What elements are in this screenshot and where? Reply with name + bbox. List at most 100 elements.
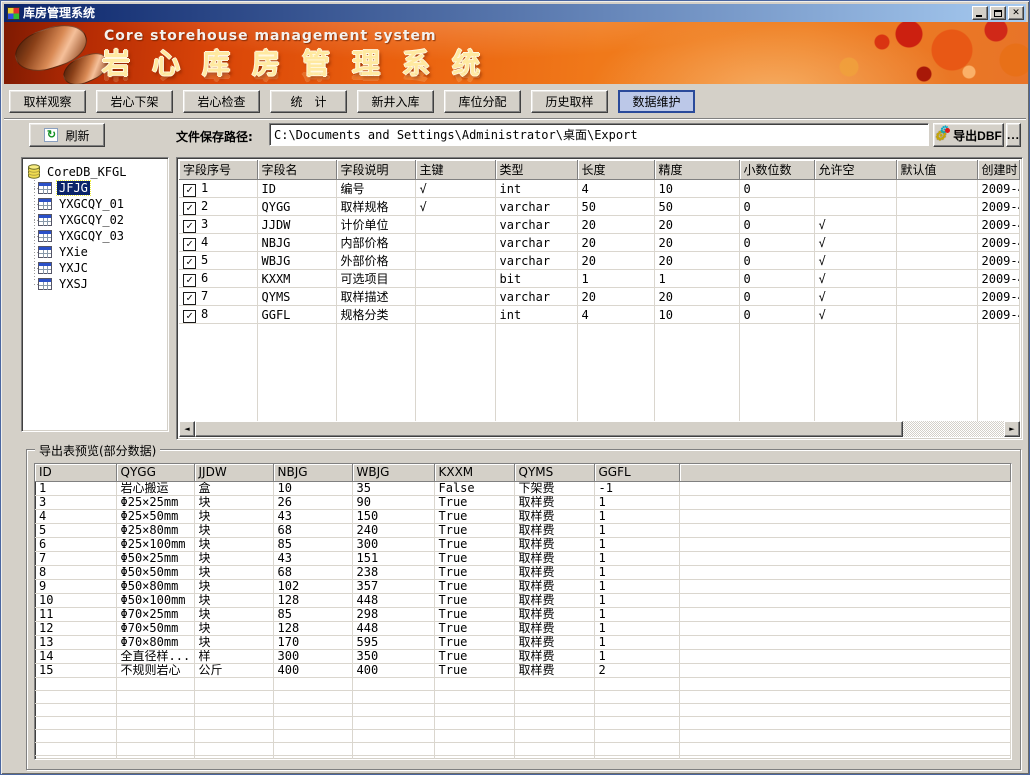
- column-header[interactable]: QYMS: [514, 464, 594, 481]
- table-row[interactable]: 1岩心搬运盒1035False下架费-1: [35, 481, 1011, 495]
- column-header[interactable]: QYGG: [116, 464, 194, 481]
- preview-groupbox-label: 导出表预览(部分数据): [35, 442, 160, 459]
- table-cell: [194, 742, 273, 755]
- tree-item-jfjg[interactable]: JFJG: [38, 180, 166, 196]
- table-row[interactable]: 6KXXM可选项目bit110√2009-4-: [179, 270, 1020, 288]
- column-header[interactable]: 字段序号: [179, 160, 257, 180]
- toolbar-button-sampling-observation[interactable]: 取样观察: [9, 90, 86, 113]
- table-row[interactable]: [35, 729, 1011, 742]
- export-dbf-button[interactable]: ⚙ ⚙ 导出DBF: [933, 123, 1004, 147]
- column-header[interactable]: 字段名: [257, 160, 336, 180]
- column-header[interactable]: GGFL: [594, 464, 679, 481]
- column-header[interactable]: 小数位数: [739, 160, 814, 180]
- maximize-icon: [994, 10, 1002, 17]
- column-header[interactable]: NBJG: [273, 464, 352, 481]
- table-cell: Φ70×25mm: [116, 607, 194, 621]
- table-cell: √: [814, 306, 896, 324]
- table-cell: varchar: [495, 198, 577, 216]
- table-cell: True: [434, 579, 514, 593]
- column-header[interactable]: 长度: [577, 160, 654, 180]
- table-row[interactable]: 1ID编号√int41002009-4-: [179, 180, 1020, 198]
- table-row[interactable]: 5Φ25×80mm块68240True取样费1: [35, 523, 1011, 537]
- maximize-button[interactable]: [990, 6, 1006, 20]
- toolbar-button-statistics[interactable]: 统 计: [270, 90, 347, 113]
- column-header[interactable]: 类型: [495, 160, 577, 180]
- table-row[interactable]: [35, 677, 1011, 690]
- browse-path-button[interactable]: ...: [1006, 123, 1021, 147]
- column-header[interactable]: 主键: [415, 160, 495, 180]
- table-row[interactable]: [35, 703, 1011, 716]
- table-cell: 0: [739, 252, 814, 270]
- table-row[interactable]: 9Φ50×80mm块102357True取样费1: [35, 579, 1011, 593]
- toolbar-button-core-unshelve[interactable]: 岩心下架: [96, 90, 173, 113]
- column-header[interactable]: 创建时: [977, 160, 1020, 180]
- toolbar-button-storage-allocation[interactable]: 库位分配: [444, 90, 521, 113]
- table-row[interactable]: 3Φ25×25mm块2690True取样费1: [35, 495, 1011, 509]
- column-header[interactable]: 允许空: [814, 160, 896, 180]
- table-row[interactable]: 15不规则岩心公斤400400True取样费2: [35, 663, 1011, 677]
- table-row[interactable]: 14全直径样...样300350True取样费1: [35, 649, 1011, 663]
- table-row[interactable]: 10Φ50×100mm块128448True取样费1: [35, 593, 1011, 607]
- table-row[interactable]: 3JJDW计价单位varchar20200√2009-4-: [179, 216, 1020, 234]
- table-row[interactable]: [35, 742, 1011, 755]
- table-icon: [38, 230, 52, 242]
- table-row[interactable]: [35, 755, 1011, 760]
- table-cell: True: [434, 565, 514, 579]
- table-row[interactable]: 8Φ50×50mm块68238True取样费1: [35, 565, 1011, 579]
- table-row[interactable]: 8GGFL规格分类int4100√2009-4-: [179, 306, 1020, 324]
- table-cell: 取样费: [514, 663, 594, 677]
- scrollbar-track[interactable]: [903, 421, 1004, 437]
- table-row[interactable]: 6Φ25×100mm块85300True取样费1: [35, 537, 1011, 551]
- tree-item-yxgcqy-03[interactable]: YXGCQY_03: [38, 228, 166, 244]
- column-header[interactable]: 精度: [654, 160, 739, 180]
- table-row[interactable]: [35, 716, 1011, 729]
- tree-item-yxgcqy-02[interactable]: YXGCQY_02: [38, 212, 166, 228]
- column-header[interactable]: KXXM: [434, 464, 514, 481]
- tree-item-yxsj[interactable]: YXSJ: [38, 276, 166, 292]
- table-row[interactable]: 7QYMS取样描述varchar20200√2009-4-: [179, 288, 1020, 306]
- database-icon: [28, 164, 40, 179]
- table-cell: 1: [594, 621, 679, 635]
- table-row[interactable]: 2QYGG取样规格√varchar505002009-4-: [179, 198, 1020, 216]
- scrollbar-thumb[interactable]: [195, 421, 903, 437]
- table-row[interactable]: 12Φ70×50mm块128448True取样费1: [35, 621, 1011, 635]
- toolbar-button-data-maintenance[interactable]: 数据维护: [618, 90, 695, 113]
- table-cell: [273, 677, 352, 690]
- column-header[interactable]: 默认值: [896, 160, 977, 180]
- tree-root-coredb[interactable]: CoreDB_KFGL: [24, 163, 166, 180]
- refresh-button[interactable]: ↻ 刷新: [29, 123, 105, 147]
- minimize-button[interactable]: [972, 6, 988, 20]
- tree-item-yxie[interactable]: YXie: [38, 244, 166, 260]
- table-row[interactable]: 13Φ70×80mm块170595True取样费1: [35, 635, 1011, 649]
- toolbar-button-history-sampling[interactable]: 历史取样: [531, 90, 608, 113]
- table-row[interactable]: 7Φ50×25mm块43151True取样费1: [35, 551, 1011, 565]
- tree-item-yxjc[interactable]: YXJC: [38, 260, 166, 276]
- column-header[interactable]: WBJG: [352, 464, 434, 481]
- close-button[interactable]: ✕: [1008, 6, 1024, 20]
- table-cell: Φ70×50mm: [116, 621, 194, 635]
- table-cell: 68: [273, 523, 352, 537]
- title-bar[interactable]: 库房管理系统 ✕: [4, 4, 1026, 22]
- table-row[interactable]: 4Φ25×50mm块43150True取样费1: [35, 509, 1011, 523]
- scroll-right-button[interactable]: ►: [1004, 421, 1020, 437]
- table-row[interactable]: 11Φ70×25mm块85298True取样费1: [35, 607, 1011, 621]
- table-row[interactable]: [35, 690, 1011, 703]
- fields-grid-viewport: 字段序号字段名字段说明主键类型长度精度小数位数允许空默认值创建时1ID编号√in…: [179, 160, 1020, 421]
- table-row[interactable]: 4NBJG内部价格varchar20200√2009-4-: [179, 234, 1020, 252]
- table-cell: 1: [594, 607, 679, 621]
- toolbar-button-core-check[interactable]: 岩心检查: [183, 90, 260, 113]
- toolbar-button-new-well-inbound[interactable]: 新井入库: [357, 90, 434, 113]
- column-header[interactable]: JJDW: [194, 464, 273, 481]
- column-header[interactable]: 字段说明: [336, 160, 415, 180]
- table-row[interactable]: 5WBJG外部价格varchar20200√2009-4-: [179, 252, 1020, 270]
- horizontal-scrollbar[interactable]: ◄ ►: [179, 421, 1020, 437]
- tree-item-yxgcqy-01[interactable]: YXGCQY_01: [38, 196, 166, 212]
- column-header[interactable]: [679, 464, 1011, 481]
- save-path-input[interactable]: [269, 123, 929, 146]
- table-cell: 128: [273, 621, 352, 635]
- scroll-left-button[interactable]: ◄: [179, 421, 195, 437]
- column-header[interactable]: ID: [35, 464, 116, 481]
- table-cell: 128: [273, 593, 352, 607]
- table-row[interactable]: [179, 324, 1020, 422]
- table-cell: [679, 523, 1011, 537]
